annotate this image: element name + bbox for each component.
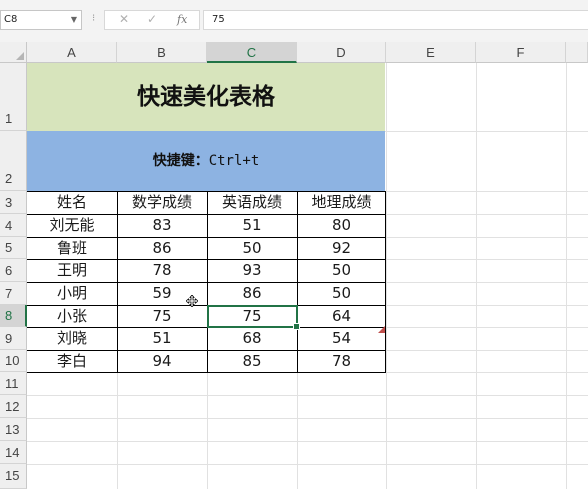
name-box[interactable]: C8 ▼ bbox=[0, 10, 82, 30]
geography-cell[interactable]: 92 bbox=[297, 237, 386, 259]
math-cell[interactable]: 51 bbox=[117, 327, 207, 350]
row-header-1[interactable]: 1 bbox=[0, 63, 27, 131]
column-header-c[interactable]: C bbox=[207, 42, 297, 63]
name-cell[interactable]: 王明 bbox=[27, 259, 117, 282]
column-header-e[interactable]: E bbox=[386, 42, 476, 63]
name-box-value: C8 bbox=[4, 14, 18, 25]
shortcut-keys: Ctrl+t bbox=[208, 153, 260, 169]
column-header-d[interactable]: D bbox=[297, 42, 386, 63]
row-header-12[interactable]: 12 bbox=[0, 395, 27, 418]
table-border bbox=[117, 191, 118, 373]
insert-function-icon[interactable]: fx bbox=[177, 13, 187, 26]
english-cell[interactable]: 51 bbox=[207, 214, 297, 237]
fill-handle[interactable] bbox=[293, 323, 300, 330]
row-header-5[interactable]: 5 bbox=[0, 237, 27, 259]
gridline bbox=[27, 441, 588, 442]
gridline bbox=[27, 418, 588, 419]
name-cell[interactable]: 李白 bbox=[27, 350, 117, 372]
row-header-4[interactable]: 4 bbox=[0, 214, 27, 237]
name-cell[interactable]: 小明 bbox=[27, 282, 117, 305]
geography-cell[interactable]: 54 bbox=[297, 327, 386, 350]
name-cell[interactable]: 刘晓 bbox=[27, 327, 117, 350]
math-cell[interactable]: 78 bbox=[117, 259, 207, 282]
geography-cell[interactable]: 64 bbox=[297, 305, 386, 327]
formula-buttons: ✕ ✓ fx bbox=[104, 10, 200, 30]
name-cell[interactable]: 刘无能 bbox=[27, 214, 117, 237]
table-border bbox=[297, 191, 298, 373]
geography-cell[interactable]: 78 bbox=[297, 350, 386, 372]
row-header-7[interactable]: 7 bbox=[0, 282, 27, 305]
table-header-name[interactable]: 姓名 bbox=[27, 191, 117, 214]
math-cell[interactable]: 94 bbox=[117, 350, 207, 372]
geography-cell[interactable]: 50 bbox=[297, 259, 386, 282]
english-cell[interactable]: 93 bbox=[207, 259, 297, 282]
row-header-14[interactable]: 14 bbox=[0, 441, 27, 464]
sheet-title[interactable]: 快速美化表格 bbox=[27, 63, 385, 131]
math-cell[interactable]: 83 bbox=[117, 214, 207, 237]
shortcut-cell[interactable]: 快捷键：Ctrl+t bbox=[27, 131, 385, 191]
table-border bbox=[385, 191, 386, 373]
column-header-a[interactable]: A bbox=[27, 42, 117, 63]
active-cell-selection[interactable] bbox=[207, 305, 300, 330]
chevron-down-icon[interactable]: ▼ bbox=[71, 11, 77, 29]
name-cell[interactable]: 鲁班 bbox=[27, 237, 117, 259]
english-cell[interactable]: 68 bbox=[207, 327, 297, 350]
formula-bar-splitter-icon[interactable]: ⁝ bbox=[92, 13, 95, 24]
shortcut-label: 快捷键： bbox=[152, 153, 209, 169]
math-cell[interactable]: 75 bbox=[117, 305, 207, 327]
row-header-15[interactable]: 15 bbox=[0, 464, 27, 489]
gridline bbox=[27, 395, 588, 396]
row-header-6[interactable]: 6 bbox=[0, 259, 27, 282]
row-header-2[interactable]: 2 bbox=[0, 131, 27, 191]
gridline bbox=[27, 464, 588, 465]
row-header-8[interactable]: 8 bbox=[0, 305, 27, 327]
table-header-geography[interactable]: 地理成绩 bbox=[297, 191, 386, 214]
column-header-b[interactable]: B bbox=[117, 42, 207, 63]
english-cell[interactable]: 50 bbox=[207, 237, 297, 259]
row-header-3[interactable]: 3 bbox=[0, 191, 27, 214]
gridline bbox=[386, 63, 387, 489]
formula-input[interactable]: 75 bbox=[203, 10, 588, 30]
column-header-g[interactable] bbox=[566, 42, 588, 63]
math-cell[interactable]: 86 bbox=[117, 237, 207, 259]
enter-icon[interactable]: ✓ bbox=[147, 12, 157, 26]
cancel-icon[interactable]: ✕ bbox=[119, 12, 129, 26]
formula-bar: C8 ▼ ⁝ ✕ ✓ fx 75 bbox=[0, 0, 588, 42]
table-header-math[interactable]: 数学成绩 bbox=[117, 191, 207, 214]
table-header-english[interactable]: 英语成绩 bbox=[207, 191, 297, 214]
geography-cell[interactable]: 80 bbox=[297, 214, 386, 237]
select-all-corner[interactable] bbox=[0, 42, 27, 63]
row-header-9[interactable]: 9 bbox=[0, 327, 27, 350]
row-header-11[interactable]: 11 bbox=[0, 372, 27, 395]
column-header-f[interactable]: F bbox=[476, 42, 566, 63]
gridline bbox=[476, 63, 477, 489]
geography-cell[interactable]: 50 bbox=[297, 282, 386, 305]
english-cell[interactable]: 86 bbox=[207, 282, 297, 305]
comment-indicator-icon[interactable] bbox=[378, 326, 385, 333]
gridline bbox=[566, 63, 567, 489]
name-cell[interactable]: 小张 bbox=[27, 305, 117, 327]
move-cursor-icon bbox=[186, 295, 198, 307]
english-cell[interactable]: 85 bbox=[207, 350, 297, 372]
row-header-10[interactable]: 10 bbox=[0, 350, 27, 372]
row-header-13[interactable]: 13 bbox=[0, 418, 27, 441]
table-border bbox=[207, 191, 208, 373]
